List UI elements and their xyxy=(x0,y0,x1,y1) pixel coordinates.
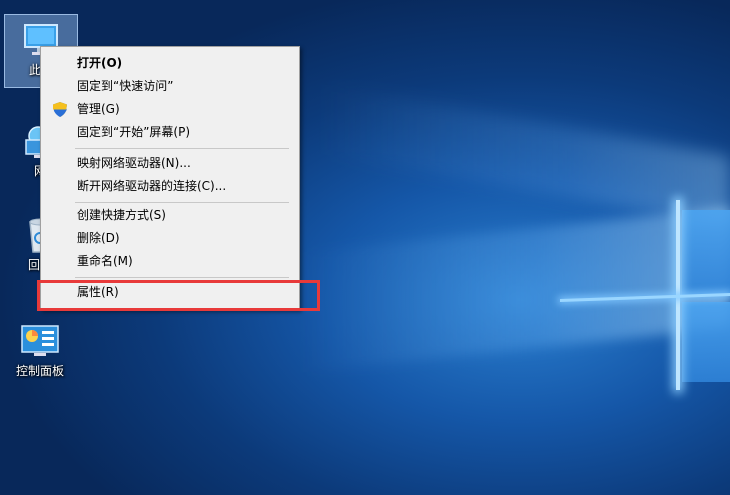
menu-item-delete[interactable]: 删除(D) xyxy=(41,227,299,250)
menu-item-rename[interactable]: 重命名(M) xyxy=(41,250,299,273)
menu-item-manage[interactable]: 管理(G) xyxy=(41,98,299,121)
shield-icon xyxy=(53,102,67,117)
menu-separator xyxy=(75,202,289,203)
menu-item-create-shortcut[interactable]: 创建快捷方式(S) xyxy=(41,204,299,227)
menu-item-pin-start[interactable]: 固定到“开始”屏幕(P) xyxy=(41,121,299,144)
control-panel-icon xyxy=(20,322,60,360)
wallpaper-window-pane xyxy=(682,302,730,382)
context-menu: 打开(O) 固定到“快速访问” 管理(G) 固定到“开始”屏幕(P) 映射网络驱… xyxy=(40,46,300,310)
wallpaper-glow xyxy=(560,293,730,302)
menu-item-map-network-drive[interactable]: 映射网络驱动器(N)... xyxy=(41,152,299,175)
wallpaper-window-pane xyxy=(682,210,730,295)
menu-item-pin-quick-access[interactable]: 固定到“快速访问” xyxy=(41,75,299,98)
menu-separator xyxy=(75,148,289,149)
menu-item-disconnect-network-drive[interactable]: 断开网络驱动器的连接(C)... xyxy=(41,175,299,198)
wallpaper-light-beam xyxy=(300,207,730,373)
menu-separator xyxy=(75,277,289,278)
menu-item-label: 管理(G) xyxy=(77,102,120,116)
highlight-box xyxy=(37,280,320,311)
menu-item-open[interactable]: 打开(O) xyxy=(41,52,299,75)
wallpaper-light-beam xyxy=(320,83,730,227)
desktop-icon-label: 控制面板 xyxy=(15,364,64,378)
desktop-icon-control-panel[interactable]: 控制面板 xyxy=(4,316,76,379)
